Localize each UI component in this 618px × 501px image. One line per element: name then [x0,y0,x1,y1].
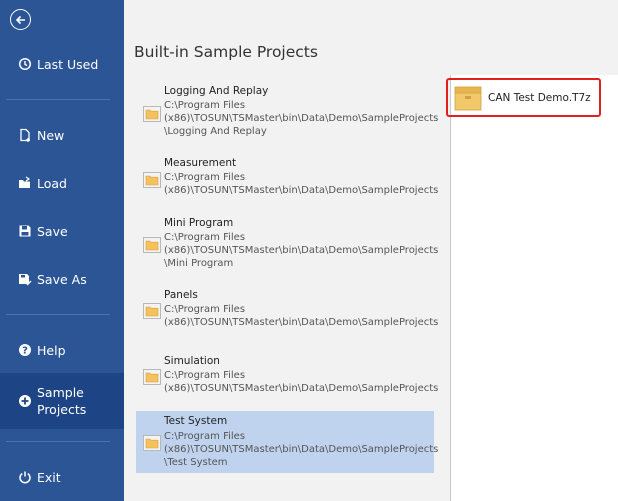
file-name: CAN Test Demo.T7z [488,91,591,104]
nav-last-used[interactable]: Last Used [0,55,124,73]
nav-sample-projects-label: Sample Projects [37,384,86,418]
sample-project-list: Logging And Replay C:\Program Files (x86… [134,75,438,501]
folder-icon [143,435,161,451]
nav-sample-projects-line2: Projects [37,402,87,417]
file-item-can-test-demo[interactable]: CAN Test Demo.T7z [446,78,601,117]
nav-last-used-label: Last Used [37,56,99,72]
nav-save-as[interactable]: Save As [0,270,124,288]
project-item-panels[interactable]: Panels C:\Program Files (x86)\TOSUN\TSMa… [136,283,438,337]
folder-icon [143,106,161,122]
plus-circle-icon [18,394,32,408]
project-path-line: C:\Program Files [164,304,246,315]
project-item-logging-and-replay[interactable]: Logging And Replay C:\Program Files (x86… [136,79,438,145]
floppy-disk-icon [18,224,32,238]
project-path-line: C:\Program Files [164,172,246,183]
back-arrow-icon [15,15,25,24]
sidebar: Last Used New Load Save Save As ? Help S… [0,0,124,501]
project-name: Test System [164,415,228,427]
nav-exit[interactable]: Exit [0,468,124,486]
project-path-line: (x86)\TOSUN\TSMaster\bin\Data\Demo\Sampl… [164,383,439,394]
new-file-icon [18,128,32,142]
nav-new-label: New [37,127,65,143]
nav-new[interactable]: New [0,126,124,144]
folder-icon [143,303,161,319]
nav-sample-projects-line1: Sample [37,385,84,400]
project-name: Mini Program [164,217,234,229]
history-icon [18,57,32,71]
project-path: C:\Program Files (x86)\TOSUN\TSMaster\bi… [164,430,438,469]
nav-load-label: Load [37,175,67,191]
project-path-line: (x86)\TOSUN\TSMaster\bin\Data\Demo\Sampl… [164,444,439,455]
nav-exit-label: Exit [37,469,61,485]
open-folder-icon [18,176,32,190]
project-path: C:\Program Files (x86)\TOSUN\TSMaster\bi… [164,303,438,329]
nav-sample-projects[interactable]: Sample Projects [0,373,124,429]
folder-icon [143,172,161,188]
project-path-line: \Mini Program [164,258,234,269]
project-item-measurement[interactable]: Measurement C:\Program Files (x86)\TOSUN… [136,151,438,205]
nav-separator [6,441,110,442]
project-path: C:\Program Files (x86)\TOSUN\TSMaster\bi… [164,231,438,270]
project-path-line: (x86)\TOSUN\TSMaster\bin\Data\Demo\Sampl… [164,113,439,124]
project-name: Logging And Replay [164,85,269,97]
svg-text:?: ? [22,346,28,357]
help-icon: ? [18,343,32,357]
project-item-simulation[interactable]: Simulation C:\Program Files (x86)\TOSUN\… [136,349,438,403]
nav-load[interactable]: Load [0,174,124,192]
project-item-test-system[interactable]: Test System C:\Program Files (x86)\TOSUN… [136,411,438,473]
project-path-line: C:\Program Files [164,370,246,381]
project-path: C:\Program Files (x86)\TOSUN\TSMaster\bi… [164,369,438,395]
project-path-line: (x86)\TOSUN\TSMaster\bin\Data\Demo\Sampl… [164,245,439,256]
project-files-panel [451,75,618,501]
nav-save-as-label: Save As [37,271,87,287]
project-path: C:\Program Files (x86)\TOSUN\TSMaster\bi… [164,171,438,197]
page-title: Built-in Sample Projects [134,43,318,61]
project-path-line: C:\Program Files [164,232,246,243]
project-item-mini-program[interactable]: Mini Program C:\Program Files (x86)\TOSU… [136,211,438,277]
project-path-line: (x86)\TOSUN\TSMaster\bin\Data\Demo\Sampl… [164,317,439,328]
project-path-line: C:\Program Files [164,100,246,111]
project-path-line: \Test System [164,457,228,468]
project-path: C:\Program Files (x86)\TOSUN\TSMaster\bi… [164,99,438,138]
power-icon [18,470,32,484]
folder-icon [143,237,161,253]
nav-save[interactable]: Save [0,222,124,240]
back-button[interactable] [10,9,31,30]
project-path-line: (x86)\TOSUN\TSMaster\bin\Data\Demo\Sampl… [164,185,439,196]
archive-icon [454,85,482,111]
project-name: Panels [164,289,198,301]
save-as-icon [18,272,32,286]
project-name: Measurement [164,157,237,169]
nav-separator [6,314,110,315]
nav-separator [6,99,110,100]
folder-icon [143,369,161,385]
project-path-line: C:\Program Files [164,431,246,442]
nav-help[interactable]: ? Help [0,341,124,359]
project-name: Simulation [164,355,220,367]
nav-save-label: Save [37,223,68,239]
project-path-line: \Logging And Replay [164,126,267,137]
nav-help-label: Help [37,342,66,358]
